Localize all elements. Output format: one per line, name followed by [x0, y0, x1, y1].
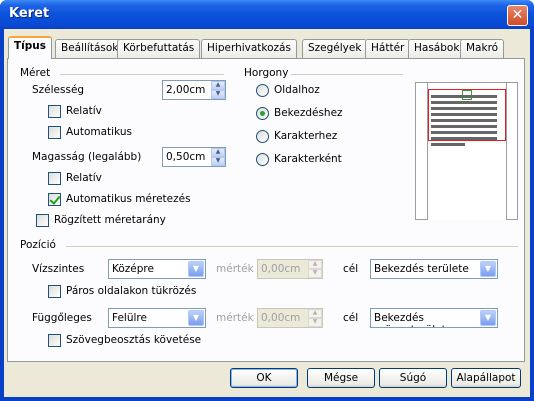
vertical-by-value: 0,00cm	[261, 312, 301, 324]
mirror-label: Páros oldalakon tükrözés	[66, 285, 197, 297]
vertical-by-label: mérték	[216, 312, 254, 324]
anchor-heading: Horgony	[244, 67, 289, 79]
dropdown-arrow-icon[interactable]: ▼	[188, 310, 204, 326]
anchor-as-character-label: Karakterként	[274, 153, 342, 165]
keep-ratio-label: Rögzített méretarány	[54, 214, 166, 226]
relative-height-checkbox[interactable]	[48, 172, 61, 185]
size-divider	[60, 74, 224, 75]
vertical-to-value: Bekezdés szövegterülete	[374, 312, 452, 327]
ok-button[interactable]: OK	[230, 368, 298, 388]
horizontal-by-value: 0,00cm	[261, 263, 301, 275]
anchor-page-label: Oldalhoz	[274, 84, 320, 96]
preview-text-line	[431, 107, 497, 110]
horizontal-by-label: mérték	[216, 263, 254, 275]
anchor-paragraph-label: Bekezdéshez	[274, 107, 343, 119]
spin-down-icon[interactable]: ▼	[308, 269, 322, 278]
vertical-select[interactable]: Felülre ▼	[108, 308, 206, 328]
anchor-character-label: Karakterhez	[274, 130, 338, 142]
reset-button[interactable]: Alapállapot	[451, 368, 521, 388]
frame-preview	[415, 82, 518, 220]
dialog-window: Keret ✕ Típus Beállítások Körbefuttatás …	[0, 0, 534, 401]
preview-page	[427, 83, 507, 220]
relative-width-checkbox[interactable]	[48, 105, 61, 118]
preview-text-line	[431, 101, 497, 104]
tab-szegelyek[interactable]: Szegélyek	[302, 39, 368, 58]
follow-flow-checkbox[interactable]	[48, 334, 61, 347]
close-button[interactable]: ✕	[507, 5, 528, 26]
spin-up-icon[interactable]: ▲	[308, 260, 322, 269]
vertical-by-field[interactable]: 0,00cm ▲ ▼	[257, 308, 323, 328]
dropdown-arrow-icon[interactable]: ▼	[480, 261, 496, 277]
dropdown-arrow-icon[interactable]: ▼	[480, 310, 496, 326]
preview-text-line	[431, 137, 497, 140]
horizontal-by-spinner[interactable]: ▲ ▼	[308, 260, 322, 278]
follow-flow-label: Szövegbeosztás követése	[66, 334, 202, 346]
cancel-button[interactable]: Mégse	[307, 368, 375, 388]
spin-down-icon[interactable]: ▼	[211, 90, 225, 99]
keep-ratio-checkbox[interactable]	[36, 214, 49, 227]
anchor-divider	[291, 74, 403, 75]
automatic-width-checkbox[interactable]	[48, 126, 61, 139]
height-spinner[interactable]: ▲ ▼	[211, 148, 225, 166]
preview-text-line	[431, 125, 497, 128]
horizontal-to-value: Bekezdés területe	[374, 263, 469, 275]
preview-text-line	[431, 95, 497, 98]
anchor-paragraph-radio[interactable]	[256, 107, 269, 120]
tab-hasabok[interactable]: Hasábok	[408, 39, 466, 58]
anchor-page-radio[interactable]	[256, 84, 269, 97]
height-field[interactable]: 0,50cm ▲ ▼	[162, 147, 226, 167]
horizontal-value: Középre	[112, 263, 154, 275]
horizontal-by-field[interactable]: 0,00cm ▲ ▼	[257, 259, 323, 279]
preview-text-line	[431, 131, 497, 134]
spin-down-icon[interactable]: ▼	[211, 157, 225, 166]
height-value: 0,50cm	[166, 151, 206, 163]
dropdown-arrow-icon[interactable]: ▼	[188, 261, 204, 277]
preview-text-line	[431, 113, 497, 116]
spin-up-icon[interactable]: ▲	[211, 148, 225, 157]
tab-tipus[interactable]: Típus	[8, 36, 53, 59]
tab-beallitasok[interactable]: Beállítások	[55, 39, 125, 58]
dialog-body: Típus Beállítások Körbefuttatás Hiperhiv…	[4, 29, 530, 397]
spin-up-icon[interactable]: ▲	[211, 81, 225, 90]
width-field[interactable]: 2,00cm ▲ ▼	[162, 80, 226, 100]
width-spinner[interactable]: ▲ ▼	[211, 81, 225, 99]
tab-hatter[interactable]: Háttér	[365, 39, 411, 58]
vertical-to-select[interactable]: Bekezdés szövegterülete ▼	[370, 308, 498, 328]
spin-up-icon[interactable]: ▲	[308, 309, 322, 318]
size-heading: Méret	[20, 67, 51, 79]
vertical-value: Felülre	[112, 312, 147, 324]
position-divider	[66, 246, 518, 247]
anchor-as-character-radio[interactable]	[256, 153, 269, 166]
preview-text-line	[431, 119, 497, 122]
height-label: Magasság (legalább)	[32, 151, 142, 163]
horizontal-label: Vízszintes	[32, 263, 85, 275]
vertical-to-label: cél	[343, 312, 359, 324]
help-button[interactable]: Súgó	[379, 368, 447, 388]
horizontal-select[interactable]: Középre ▼	[108, 259, 206, 279]
relative-height-label: Relatív	[66, 172, 102, 184]
title-bar[interactable]: Keret ✕	[0, 0, 534, 29]
tab-makro[interactable]: Makró	[460, 39, 505, 58]
mirror-checkbox[interactable]	[48, 285, 61, 298]
autosize-checkbox[interactable]	[48, 193, 61, 206]
vertical-label: Függőleges	[32, 312, 92, 324]
automatic-width-label: Automatikus	[66, 126, 132, 138]
horizontal-to-label: cél	[343, 263, 359, 275]
relative-width-label: Relatív	[66, 105, 102, 117]
vertical-by-spinner[interactable]: ▲ ▼	[308, 309, 322, 327]
tab-panel: Méret Szélesség 2,00cm ▲ ▼ Relatív Autom…	[7, 58, 525, 362]
tab-korbefuttatas[interactable]: Körbefuttatás	[117, 39, 201, 58]
position-heading: Pozíció	[20, 239, 56, 251]
autosize-label: Automatikus méretezés	[66, 193, 191, 205]
preview-text-line	[431, 143, 465, 146]
width-label: Szélesség	[32, 84, 85, 96]
spin-down-icon[interactable]: ▼	[308, 318, 322, 327]
horizontal-to-select[interactable]: Bekezdés területe ▼	[370, 259, 498, 279]
width-value: 2,00cm	[166, 84, 206, 96]
tab-hiperhivatkozas[interactable]: Hiperhivatkozás	[201, 39, 297, 58]
window-title: Keret	[9, 6, 50, 21]
anchor-character-radio[interactable]	[256, 130, 269, 143]
